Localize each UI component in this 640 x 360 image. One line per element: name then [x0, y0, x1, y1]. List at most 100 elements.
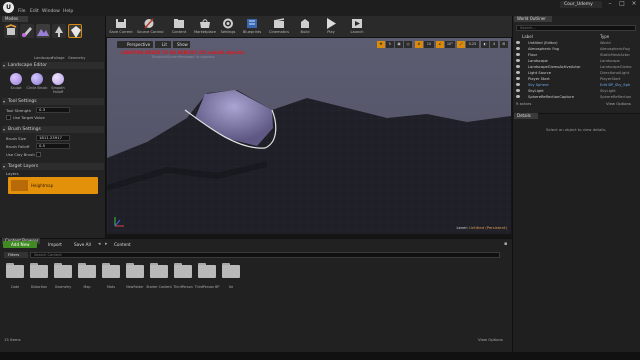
show-dropdown[interactable]: Show — [173, 41, 190, 48]
target-layers-header[interactable]: Target Layers — [2, 163, 104, 170]
title-bar — [0, 0, 640, 16]
scale-tool-icon[interactable]: ▣ — [395, 41, 403, 48]
menu-edit[interactable]: Edit — [30, 9, 39, 14]
brush-settings-header[interactable]: Brush Settings — [2, 126, 104, 133]
camera-speed-icon[interactable]: ◐ — [481, 41, 489, 48]
nav-back-icon[interactable]: ◂ — [98, 241, 101, 247]
launch-button[interactable]: Launch — [348, 18, 366, 37]
visibility-icon[interactable] — [516, 59, 520, 62]
visibility-icon[interactable] — [516, 71, 520, 74]
details-tab[interactable]: Details — [514, 113, 538, 119]
outliner-label-column[interactable]: Label — [522, 34, 533, 39]
lighting-warning-hint: 'DisableAllScreenMessages' to suppress — [151, 55, 215, 59]
content-path-breadcrumb[interactable]: Content — [114, 241, 131, 248]
mode-label-foliage: Foliage — [52, 56, 65, 60]
outliner-view-options[interactable]: View Options — [606, 101, 631, 106]
visibility-icon[interactable] — [516, 47, 520, 50]
maximize-icon[interactable]: □ — [616, 0, 628, 8]
heightmap-thumbnail — [11, 180, 28, 191]
sculpt-tool-icon[interactable] — [10, 73, 22, 85]
add-new-button[interactable]: Add New — [3, 241, 37, 248]
grid-snap-value[interactable]: 10 — [424, 41, 434, 48]
folder-icon[interactable] — [150, 263, 168, 278]
tool-settings-header[interactable]: Tool Settings — [2, 98, 104, 105]
visibility-icon[interactable] — [516, 65, 520, 68]
perspective-dropdown[interactable]: Perspective — [117, 41, 153, 48]
save-current-button[interactable]: Save Current — [109, 18, 133, 37]
lock-icon[interactable]: ▪ — [504, 241, 507, 247]
minimize-icon[interactable]: – — [604, 0, 616, 8]
folder-icon[interactable] — [78, 263, 96, 278]
use-target-value-checkbox[interactable] — [6, 115, 11, 120]
outliner-type-column[interactable]: Type — [600, 34, 609, 39]
nav-forward-icon[interactable]: ▸ — [105, 241, 108, 247]
maximize-viewport-icon[interactable]: ⊞ — [500, 41, 508, 48]
blueprints-button[interactable]: Blueprints — [243, 18, 261, 37]
menu-help[interactable]: Help — [63, 9, 73, 14]
landscape-editor-header[interactable]: Landscape Editor — [2, 62, 104, 69]
smooth-falloff-icon[interactable] — [52, 73, 64, 85]
menu-window[interactable]: Window — [42, 9, 60, 14]
content-search-input[interactable]: Search Content — [30, 252, 500, 258]
folder-icon[interactable] — [198, 263, 216, 278]
outliner-row[interactable]: SphereReflectionCapture SphereReflection — [514, 94, 638, 100]
gear-icon — [222, 18, 234, 29]
play-button[interactable]: Play — [322, 18, 340, 37]
build-button[interactable]: Build — [296, 18, 314, 37]
visibility-icon[interactable] — [516, 95, 520, 98]
landscape-mode-icon[interactable] — [36, 24, 50, 38]
world-space-icon[interactable]: ◎ — [404, 41, 412, 48]
cinematics-button[interactable]: Cinematics — [269, 18, 289, 37]
folder-icon[interactable] — [6, 263, 24, 278]
content-view-options[interactable]: View Options — [478, 337, 503, 342]
outliner-search-input[interactable]: Search... — [516, 25, 636, 31]
sculpt-tool-label: Sculpt — [10, 86, 22, 90]
launch-icon — [351, 18, 363, 29]
translate-tool-icon[interactable]: ✥ — [377, 41, 385, 48]
visibility-icon[interactable] — [516, 83, 520, 86]
foliage-mode-icon[interactable] — [52, 24, 66, 38]
folder-icon[interactable] — [54, 263, 72, 278]
settings-button[interactable]: Settings — [219, 18, 237, 37]
place-mode-icon[interactable] — [4, 24, 18, 38]
marketplace-icon — [199, 18, 211, 29]
folder-icon[interactable] — [30, 263, 48, 278]
marketplace-button[interactable]: Marketplace — [194, 18, 216, 37]
rotation-snap-icon[interactable]: ∠ — [436, 41, 444, 48]
menu-file[interactable]: File — [18, 9, 26, 14]
scale-snap-value[interactable]: 0.25 — [466, 41, 479, 48]
camera-speed-value[interactable]: 4 — [490, 41, 498, 48]
import-button[interactable]: Import — [40, 241, 62, 248]
folder-icon[interactable] — [102, 263, 120, 278]
tool-strength-field[interactable]: 0.3 — [36, 107, 70, 113]
paint-mode-icon[interactable] — [20, 24, 34, 38]
visibility-icon[interactable] — [516, 41, 520, 44]
mode-label-landscape: Landscape — [34, 56, 53, 60]
folder-icon[interactable] — [126, 263, 144, 278]
brush-size-field[interactable]: 1811.23917 — [36, 135, 70, 141]
close-icon[interactable]: × — [628, 0, 640, 8]
circle-brush-icon[interactable] — [31, 73, 43, 85]
source-control-button[interactable]: Source Control — [137, 18, 163, 37]
grid-snap-icon[interactable]: # — [415, 41, 423, 48]
level-viewport[interactable]: Perspective Lit Show LIGHTING NEEDS TO B… — [107, 38, 511, 234]
brush-falloff-field[interactable]: 0.5 — [36, 143, 70, 149]
project-tab[interactable]: Cour_Udemy — [560, 1, 602, 8]
lit-dropdown[interactable]: Lit — [155, 41, 171, 48]
save-all-button[interactable]: Save All — [66, 241, 91, 248]
geometry-mode-icon[interactable] — [68, 24, 82, 38]
rotate-tool-icon[interactable]: ↻ — [386, 41, 394, 48]
folder-label: ThirdPerson BP — [194, 285, 220, 289]
world-outliner-tab[interactable]: World Outliner — [514, 16, 552, 22]
visibility-icon[interactable] — [516, 53, 520, 56]
visibility-icon[interactable] — [516, 77, 520, 80]
folder-icon[interactable] — [174, 263, 192, 278]
filters-button[interactable]: Filters — [4, 252, 28, 258]
visibility-icon[interactable] — [516, 89, 520, 92]
use-clay-brush-checkbox[interactable] — [36, 152, 41, 157]
scale-snap-icon[interactable]: ⤢ — [457, 41, 465, 48]
rotation-snap-value[interactable]: 10° — [445, 41, 455, 48]
content-button[interactable]: Content — [170, 18, 188, 37]
folder-icon[interactable] — [222, 263, 240, 278]
modes-tab[interactable]: Modes — [2, 16, 28, 22]
